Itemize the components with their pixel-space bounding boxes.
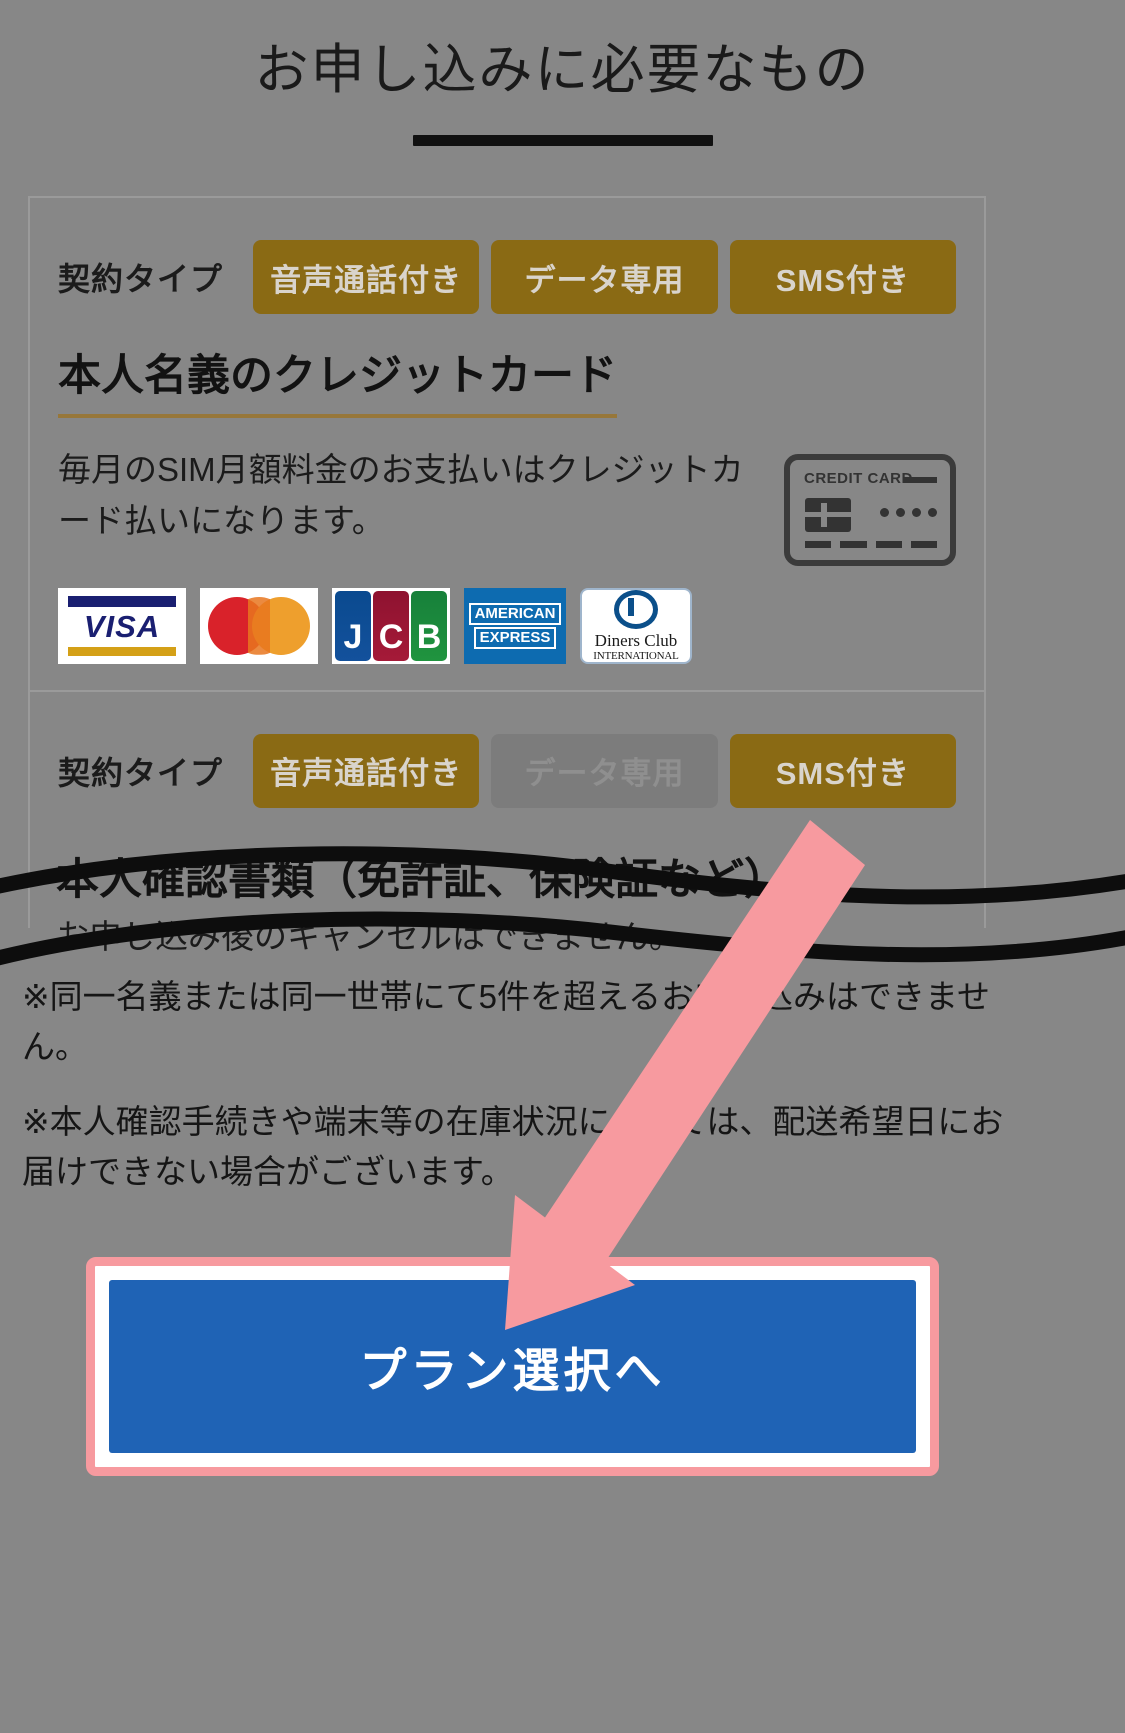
contract-option-voice-2[interactable]: 音声通話付き (253, 733, 480, 808)
note-item-1: ※同一名義または同一世帯にて5件を超えるお申し込みはできません。 (22, 978, 991, 1065)
credit-card-heading-wrap: 本人名義のクレジットカード (58, 314, 956, 418)
visa-bottom-bar (68, 646, 176, 656)
note-item-2: ※本人確認手続きや端末等の在庫状況によっては、配送希望日にお届けできない場合がご… (22, 1103, 1004, 1190)
credit-card-number-lines (805, 540, 937, 548)
visa-top-bar (68, 595, 176, 607)
contract-type-label-2: 契約タイプ (58, 754, 224, 791)
visa-logo-icon: VISA (58, 587, 186, 664)
contract-type-row-1: 契約タイプ 音声通話付き データ専用 SMS付き (58, 198, 956, 314)
amex-logo-icon: AMERICAN EXPRESS (464, 587, 566, 664)
page-root: お申し込みに必要なもの 契約タイプ 音声通話付き データ専用 SMS付き 本人名… (0, 0, 1125, 1733)
plan-select-button[interactable]: プラン選択へ (109, 1280, 916, 1453)
jcb-letter-j: J (335, 590, 371, 661)
credit-card-icon-dash (903, 476, 937, 483)
requirements-card: 契約タイプ 音声通話付き データ専用 SMS付き 本人名義のクレジットカード 毎… (28, 196, 986, 928)
contract-option-voice-1[interactable]: 音声通話付き (253, 240, 480, 314)
jcb-logo-icon: J C B (332, 587, 450, 664)
credit-card-chip-icon (805, 497, 851, 532)
amex-line-2: EXPRESS (473, 626, 557, 649)
diners-club-logo-icon: Diners Club INTERNATIONAL (580, 587, 692, 664)
card-section-credit-card: 契約タイプ 音声通話付き データ専用 SMS付き 本人名義のクレジットカード 毎… (30, 198, 984, 690)
mastercard-logo-icon (200, 587, 318, 664)
card-brand-logos: VISA J C B AMERICAN EXPRESS Diners Club … (58, 587, 956, 664)
credit-card-icon: CREDIT CARD (784, 453, 956, 566)
credit-card-icon-label: CREDIT CARD (804, 469, 913, 487)
credit-card-heading: 本人名義のクレジットカード (58, 350, 617, 418)
page-title: お申し込みに必要なもの (254, 40, 871, 100)
plan-select-highlight: プラン選択へ (86, 1257, 939, 1476)
diners-club-mark (614, 589, 658, 629)
contract-type-row-2: 契約タイプ 音声通話付き データ専用 SMS付き (58, 692, 956, 808)
jcb-letter-b: B (411, 590, 447, 661)
amex-line-1: AMERICAN (468, 603, 562, 625)
diners-club-name: Diners Club (594, 630, 678, 650)
credit-card-dots-icon (880, 507, 937, 517)
contract-option-data-2: データ専用 (491, 733, 718, 808)
contract-type-label-1: 契約タイプ (58, 261, 224, 297)
notes-list: ※同一名義または同一世帯にて5件を超えるお申し込みはできません。 ※本人確認手続… (22, 972, 1022, 1222)
diners-club-sub: INTERNATIONAL (593, 649, 679, 662)
jcb-letter-c: C (373, 590, 409, 661)
visa-wordmark: VISA (83, 608, 161, 644)
title-underline (412, 134, 713, 146)
identity-heading-partial: 本人確認書類（免許証、保険証など） (56, 856, 787, 904)
contract-option-sms-2[interactable]: SMS付き (729, 733, 956, 808)
credit-card-text-column: 毎月のSIM月額料金のお支払いはクレジットカード払いになります。 (58, 444, 766, 546)
credit-card-description: 毎月のSIM月額料金のお支払いはクレジットカード払いになります。 (58, 450, 744, 539)
contract-option-data-1[interactable]: データ専用 (491, 240, 718, 314)
contract-option-sms-1[interactable]: SMS付き (729, 240, 956, 314)
credit-card-body-area: 毎月のSIM月額料金のお支払いはクレジットカード払いになります。 CREDIT … (58, 444, 956, 566)
identity-body-partial: お申し込み後のキャンセルはできません。 (56, 918, 683, 955)
